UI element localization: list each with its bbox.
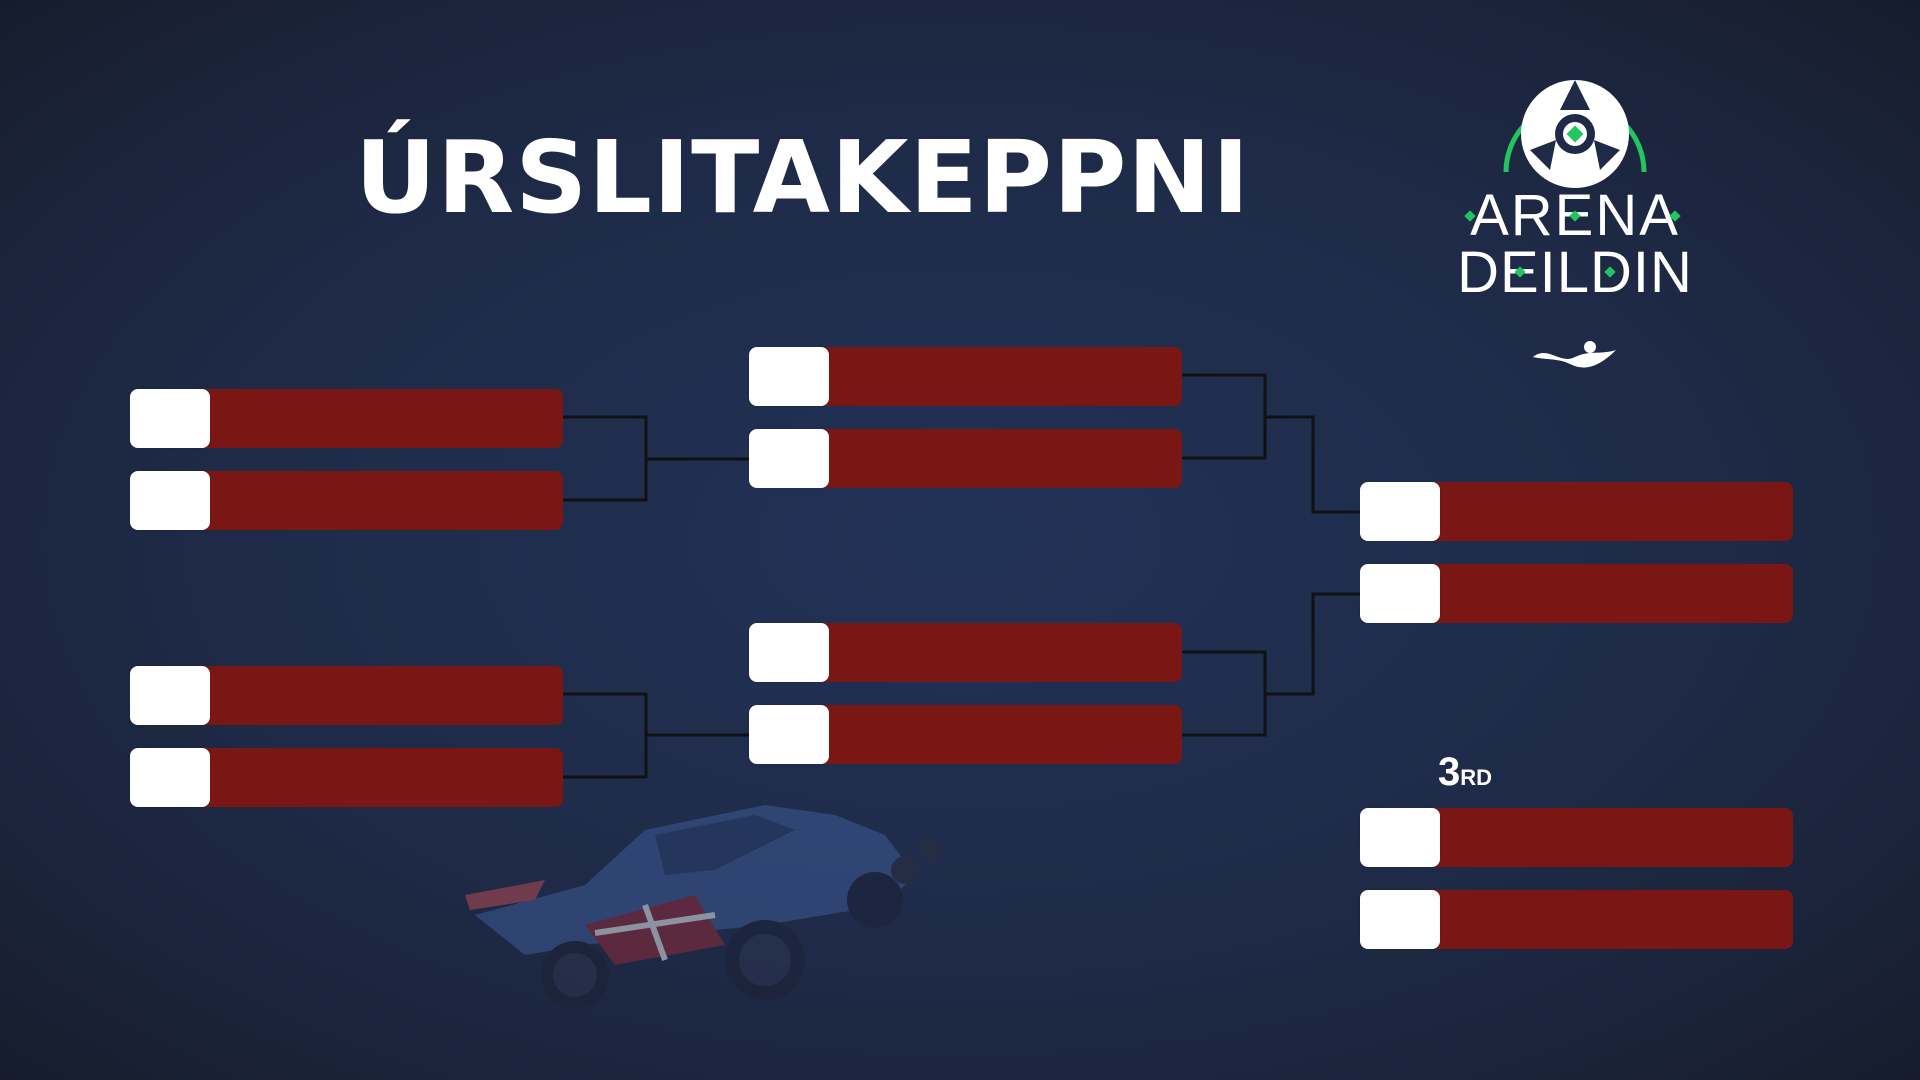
third-place-suffix: RD bbox=[1460, 765, 1493, 790]
third-place-label: 3RD bbox=[1438, 750, 1492, 795]
third-place-number: 3 bbox=[1438, 750, 1461, 794]
score-value bbox=[1360, 808, 1440, 867]
page-title: ÚRSLITAKEPPNI bbox=[355, 119, 1251, 236]
final-team-2-slot[interactable] bbox=[1360, 564, 1793, 623]
quarterfinal-2-team-1-slot[interactable] bbox=[130, 666, 563, 725]
score-value bbox=[1360, 482, 1440, 541]
third-place-team-2-slot[interactable] bbox=[1360, 890, 1793, 949]
semifinal-2-team-2-slot[interactable] bbox=[749, 705, 1182, 764]
score-value bbox=[749, 429, 829, 488]
semifinal-1-team-2-slot[interactable] bbox=[749, 429, 1182, 488]
car-image bbox=[465, 805, 942, 1009]
quarterfinal-1-team-2-slot[interactable] bbox=[130, 471, 563, 530]
rocket-league-ball-icon bbox=[1503, 80, 1647, 188]
score-value bbox=[1360, 564, 1440, 623]
score-value bbox=[130, 471, 210, 530]
third-place-team-1-slot[interactable] bbox=[1360, 808, 1793, 867]
semifinal-2-team-1-slot[interactable] bbox=[749, 623, 1182, 682]
logo-line-2: DEILDIN bbox=[1457, 240, 1693, 305]
score-value bbox=[749, 347, 829, 406]
quarterfinal-1-team-1-slot[interactable] bbox=[130, 389, 563, 448]
score-value bbox=[749, 623, 829, 682]
score-value bbox=[130, 666, 210, 725]
final-team-1-slot[interactable] bbox=[1360, 482, 1793, 541]
score-value bbox=[130, 748, 210, 807]
swimmer-wave-icon bbox=[1533, 341, 1616, 368]
score-value bbox=[749, 705, 829, 764]
semifinal-1-team-1-slot[interactable] bbox=[749, 347, 1182, 406]
score-value bbox=[1360, 890, 1440, 949]
arena-deildin-logo: ARENA DEILDIN bbox=[1457, 80, 1693, 368]
quarterfinal-2-team-2-slot[interactable] bbox=[130, 748, 563, 807]
score-value bbox=[130, 389, 210, 448]
